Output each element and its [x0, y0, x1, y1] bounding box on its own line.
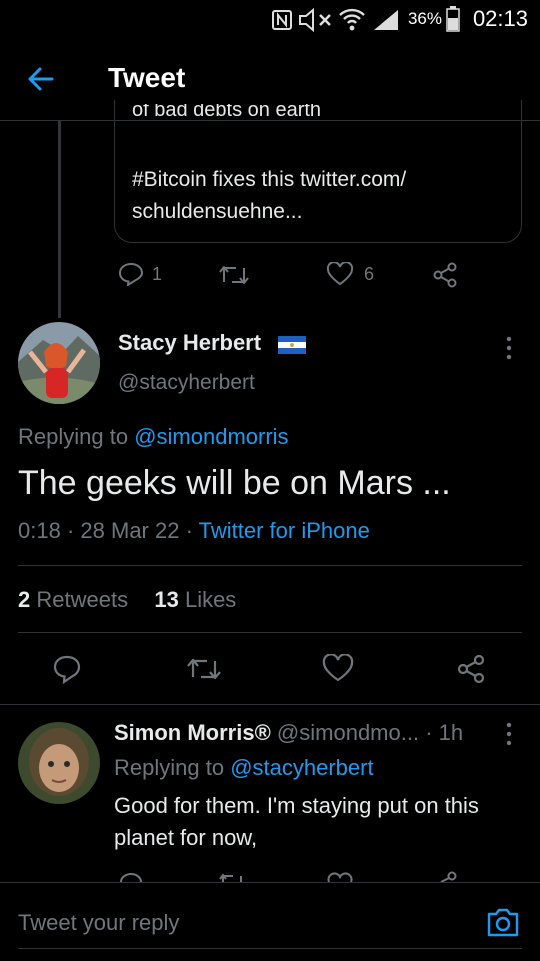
signal-icon — [374, 10, 398, 30]
el-salvador-flag-icon — [278, 336, 306, 354]
likes-stat[interactable]: 13 Likes — [154, 587, 236, 612]
reply-count: 1 — [152, 264, 163, 284]
composer-underline — [18, 948, 522, 949]
retweet-icon[interactable] — [218, 872, 246, 882]
retweets-stat[interactable]: 2 Retweets — [18, 587, 128, 612]
reply-author-name[interactable]: Simon Morris® — [114, 720, 271, 745]
status-bar: 36% 02:13 — [0, 0, 540, 38]
nfc-icon — [272, 10, 292, 30]
divider — [0, 704, 540, 705]
mute-icon — [299, 8, 331, 32]
reply-icon[interactable] — [118, 872, 144, 882]
tweet-meta: 0:18 · 28 Mar 22 · Twitter for iPhone — [18, 518, 370, 543]
replying-to-link[interactable]: @simondmorris — [134, 424, 288, 449]
reply-text: Good for them. I'm staying put on this p… — [114, 793, 479, 850]
divider — [18, 632, 522, 633]
more-options-icon[interactable] — [506, 336, 512, 360]
avatar[interactable] — [18, 322, 100, 404]
reply-age: · 1h — [425, 720, 464, 745]
page-title: Tweet — [108, 62, 186, 93]
reply-input[interactable]: Tweet your reply — [18, 910, 179, 936]
tweet-time: 0:18 — [18, 518, 61, 543]
reply-replying-to: Replying to @stacyherbert — [114, 755, 374, 781]
tweet-stats: 2 Retweets 13 Likes — [18, 587, 236, 613]
replying-to-label: Replying to — [114, 755, 225, 780]
like-count: 6 — [364, 264, 375, 284]
wifi-icon — [339, 8, 365, 31]
reply-icon[interactable] — [118, 262, 144, 286]
battery-percent: 36% — [407, 9, 442, 28]
author-name[interactable]: Stacy Herbert — [118, 330, 261, 356]
quoted-tweet-cut-line: of bad debts on earth — [132, 104, 322, 121]
retweet-icon[interactable] — [186, 656, 222, 682]
reply-header: Simon Morris® @simondmo... · 1h — [114, 720, 463, 746]
replying-to: Replying to @simondmorris — [18, 424, 289, 450]
like-icon[interactable] — [326, 872, 354, 882]
reply-icon[interactable] — [52, 654, 82, 684]
like-icon[interactable] — [326, 262, 354, 286]
tweet-text: The geeks will be on Mars ... — [18, 464, 451, 502]
more-options-icon[interactable] — [506, 722, 512, 746]
thread-connector — [58, 120, 61, 318]
reply-author-handle[interactable]: @simondmo... — [277, 720, 419, 745]
author-handle[interactable]: @stacyherbert — [118, 371, 255, 395]
retweet-icon[interactable] — [218, 264, 250, 286]
tweet-date: 28 Mar 22 — [80, 518, 180, 543]
avatar[interactable] — [18, 722, 100, 804]
like-icon[interactable] — [322, 654, 354, 682]
share-icon[interactable] — [456, 654, 486, 684]
quoted-tweet-text: #Bitcoin fixes this twitter.com/ schulde… — [132, 168, 407, 223]
divider — [18, 565, 522, 566]
clock: 02:13 — [472, 6, 528, 31]
tweet-source-link[interactable]: Twitter for iPhone — [199, 518, 370, 543]
replying-to-link[interactable]: @stacyherbert — [230, 755, 373, 780]
share-icon[interactable] — [432, 262, 458, 288]
camera-icon[interactable] — [486, 906, 520, 938]
battery-icon — [446, 6, 460, 32]
back-arrow-icon[interactable] — [26, 64, 56, 94]
replying-to-label: Replying to — [18, 424, 129, 449]
share-icon[interactable] — [432, 870, 458, 882]
